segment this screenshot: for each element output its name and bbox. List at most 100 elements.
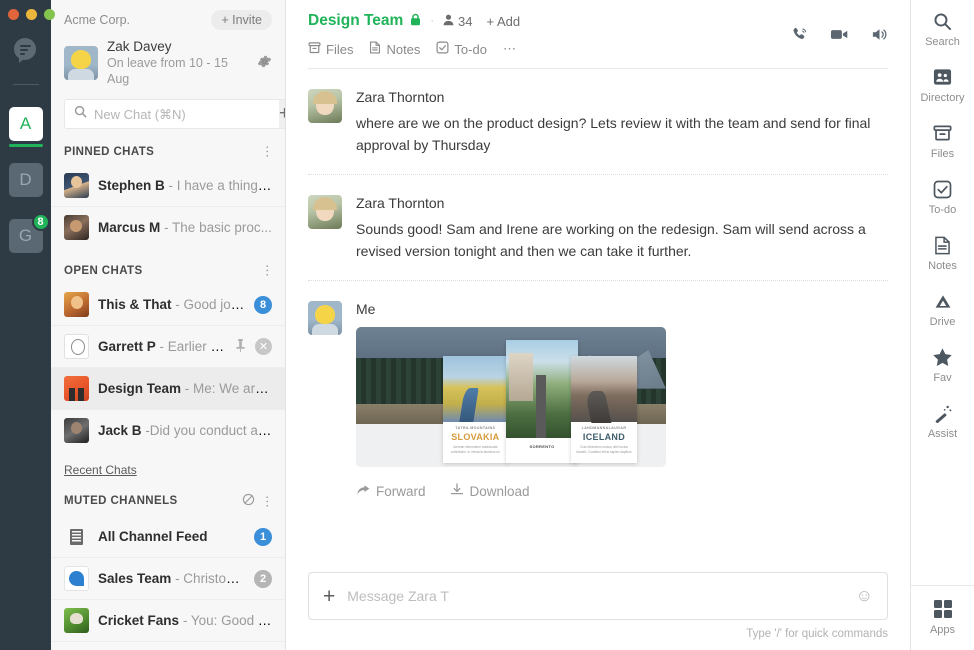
avatar [64,46,98,80]
current-user-row[interactable]: Zak Davey On leave from 10 - 15 Aug [64,39,272,87]
gear-icon[interactable] [257,54,272,73]
avatar[interactable] [308,195,342,229]
message-input[interactable] [347,588,843,604]
person-icon [443,14,454,29]
attached-image[interactable]: TATRA MOUNTAINS SLOVAKIA Aenean elementu… [356,327,666,467]
rail-item-directory[interactable]: Directory [911,66,974,104]
section-header-muted-channels: MUTED CHANNELS ⋯ [51,477,285,516]
forward-label: Forward [376,484,426,499]
tab-files-label: Files [326,42,353,57]
header-action-icons [791,26,888,48]
invite-button[interactable]: + Invite [211,10,272,30]
add-member-button[interactable]: + Add [486,14,520,29]
pin-icon[interactable] [235,339,246,355]
rail-item-fav[interactable]: Fav [911,346,974,384]
phone-call-icon[interactable] [791,26,808,48]
poster-kicker: TATRA MOUNTAINS [448,426,503,430]
chat-name: Garrett P [98,339,156,354]
poster-photo [443,356,508,422]
list-item[interactable]: Garrett P - Earlier this... ✕ [51,326,285,368]
poster-kicker: LANDMANNALAUGAR [576,426,631,430]
close-window-button[interactable] [8,9,19,20]
message-author: Zara Thornton [356,195,888,211]
list-item[interactable]: This & That - Good job 👏 ... 8 [51,284,285,326]
ellipsis-icon[interactable]: ⋯ [503,41,516,57]
search-icon [74,105,87,123]
tab-files[interactable]: Files [308,41,353,57]
forward-button[interactable]: Forward [356,483,426,499]
list-item[interactable]: Sales Team - Christopher J: d. 2 [51,558,285,600]
rail-item-drive[interactable]: Drive [911,290,974,328]
tab-todo-label: To-do [454,42,487,57]
page-title[interactable]: Design Team [308,12,403,30]
workspace-a[interactable]: A [9,107,43,141]
new-chat-button[interactable]: + [279,99,286,129]
message-text: where are we on the product design? Lets… [356,112,888,156]
rail-item-label: Files [931,148,954,160]
message-list: Zara Thornton where are we on the produc… [286,69,910,572]
header-separator-dot: · [430,15,434,27]
header-divider [308,68,888,69]
poster-photo [506,340,577,439]
list-item[interactable]: All Channel Feed 1 [51,516,285,558]
workspace-d[interactable]: D [9,163,43,197]
unread-badge: 1 [254,528,272,546]
files-box-icon [933,122,952,144]
search-box[interactable] [64,99,279,129]
speaker-icon[interactable] [871,26,888,48]
close-icon[interactable]: ✕ [255,338,272,355]
rail-item-search[interactable]: Search [911,10,974,48]
muted-bell-icon[interactable] [242,493,255,509]
plus-icon[interactable]: + [323,586,335,607]
video-camera-icon[interactable] [830,26,849,48]
channel-header: Design Team · 34 + Add [286,0,910,69]
list-item[interactable]: Marcus M - The basic proc... [51,207,285,248]
member-count[interactable]: 34 [443,14,472,29]
minimize-window-button[interactable] [26,9,37,20]
list-item-design-team[interactable]: Design Team - Me: We are re... [51,368,285,410]
maximize-window-button[interactable] [44,9,55,20]
avatar[interactable] [308,89,342,123]
workspace-g[interactable]: G 8 [9,219,43,253]
poster-body: Aenean elementum malesuada sollicitudin.… [448,445,503,455]
section-header-pinned-chats: PINNED CHATS ⋯ [51,129,285,165]
kebab-menu-icon[interactable]: ⋯ [263,145,272,158]
recent-chats-link[interactable]: Recent Chats [51,451,285,477]
rail-item-files[interactable]: Files [911,122,974,160]
kebab-menu-icon[interactable]: ⋯ [263,495,272,508]
org-name: Acme Corp. [64,13,130,27]
right-rail: Search Directory Files To-do Notes [910,0,974,650]
window-traffic-lights [8,0,55,20]
poster-card-sorrento: SORRENTO [506,340,577,463]
chat-preview: - Christopher J: d. [175,571,245,586]
search-icon [933,10,952,32]
left-rail: A D G 8 [0,0,51,650]
workspace-d-label: D [9,163,43,197]
rail-item-assist[interactable]: Assist [911,402,974,440]
rail-item-label: Directory [920,92,964,104]
smiley-icon[interactable]: ☺ [856,586,873,606]
composer-area: + ☺ Type '/' for quick commands [286,572,910,650]
list-item[interactable]: Stephen B - I have a thing for [51,165,285,207]
avatar [64,292,89,317]
list-item[interactable]: Cricket Fans - You: Good game [51,600,285,642]
chat-name: Jack B [98,423,142,438]
message-composer[interactable]: + ☺ [308,572,888,620]
rail-item-label: Assist [928,428,957,440]
rail-item-notes[interactable]: Notes [911,234,974,272]
poster-body: Cras bibendum cursus nibh luctus blandit… [576,445,631,455]
search-input[interactable] [94,107,270,122]
tab-notes[interactable]: Notes [369,41,420,57]
chat-preview: - Earlier this... [160,339,226,354]
tab-todo[interactable]: To-do [436,41,487,57]
rail-item-todo[interactable]: To-do [911,178,974,216]
chat-bubble-logo-icon[interactable] [9,34,43,68]
avatar[interactable] [308,301,342,335]
message-item: Zara Thornton Sounds good! Sam and Irene… [308,175,888,281]
files-box-icon [308,41,321,57]
download-button[interactable]: Download [450,483,530,499]
list-item[interactable]: Jack B -Did you conduct any sur [51,410,285,451]
poster-card-slovakia: TATRA MOUNTAINS SLOVAKIA Aenean elementu… [443,356,508,462]
rail-item-apps[interactable]: Apps [911,598,974,636]
kebab-menu-icon[interactable]: ⋯ [263,264,272,277]
